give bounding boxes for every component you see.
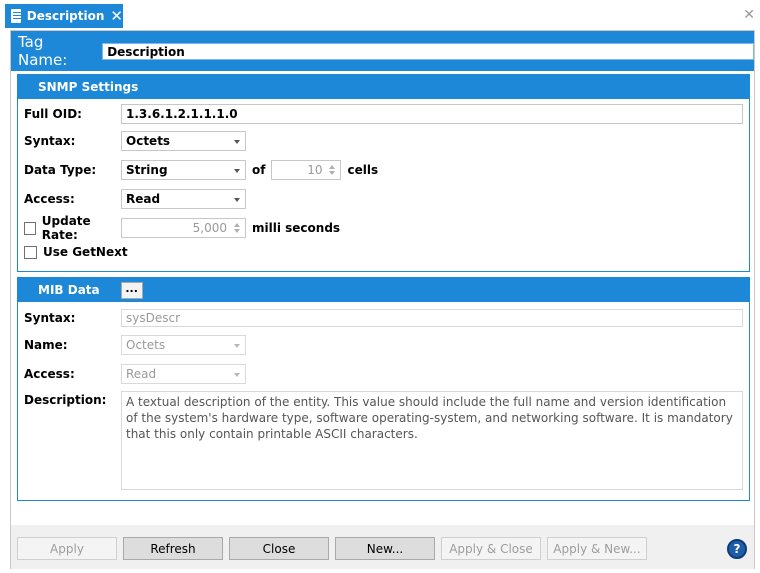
use-getnext-label: Use GetNext <box>43 245 128 259</box>
mib-access-label: Access: <box>24 367 75 381</box>
full-oid-label: Full OID: <box>24 107 82 121</box>
snmp-settings-header: SNMP Settings <box>18 75 749 99</box>
cells-spinner[interactable]: 10 <box>271 160 342 180</box>
tab-description[interactable]: Description ✕ <box>5 4 123 28</box>
mib-name-value: Octets <box>126 338 166 352</box>
mib-data-title: MIB Data <box>38 283 100 297</box>
data-type-label: Data Type: <box>24 163 97 177</box>
syntax-value: Octets <box>126 134 171 148</box>
refresh-button[interactable]: Refresh <box>123 537 223 560</box>
mib-description-text: A textual description of the entity. Thi… <box>121 391 743 490</box>
apply-close-button[interactable]: Apply & Close <box>441 537 541 560</box>
button-bar: Apply Refresh Close New... Apply & Close… <box>11 525 754 569</box>
help-icon[interactable]: ? <box>727 539 747 559</box>
use-getnext-row: Use GetNext <box>24 241 128 263</box>
mib-name-select: Octets <box>121 335 246 355</box>
update-rate-check-wrap: Update Rate: <box>24 214 121 242</box>
snmp-settings-group: SNMP Settings Full OID: 1.3.6.1.2.1.1.1.… <box>17 74 750 272</box>
update-rate-row: Update Rate: 5,000 milli seconds <box>24 214 346 242</box>
tag-name-input[interactable]: Description <box>102 42 754 60</box>
syntax-row: Syntax: Octets <box>24 130 246 152</box>
tag-name-bar: Tag Name: Description <box>11 31 754 71</box>
update-rate-unit: milli seconds <box>252 221 341 235</box>
access-value: Read <box>126 192 161 206</box>
syntax-label: Syntax: <box>24 134 76 148</box>
mib-description-row: Description: <box>24 389 121 411</box>
access-row: Access: Read <box>24 188 246 210</box>
spinner-down-icon[interactable] <box>329 171 336 175</box>
of-label: of <box>252 163 266 177</box>
mib-name-row: Name: Octets <box>24 334 246 356</box>
mib-description-label: Description: <box>24 393 107 407</box>
editor-frame: Tag Name: Description SNMP Settings Full… <box>10 30 755 569</box>
access-select[interactable]: Read <box>121 189 246 209</box>
data-type-select[interactable]: String <box>121 160 246 180</box>
apply-new-button[interactable]: Apply & New... <box>547 537 647 560</box>
tab-title: Description <box>26 9 105 23</box>
spinner-up-icon[interactable] <box>329 165 336 169</box>
update-rate-checkbox[interactable] <box>24 221 36 235</box>
cells-label: cells <box>347 163 379 177</box>
apply-button[interactable]: Apply <box>17 537 117 560</box>
close-button[interactable]: Close <box>229 537 329 560</box>
close-icon[interactable]: ✕ <box>110 8 123 24</box>
document-icon <box>11 9 21 23</box>
access-label: Access: <box>24 192 75 206</box>
data-type-row: Data Type: String of 10 cells <box>24 159 384 181</box>
mib-syntax-label: Syntax: <box>24 311 76 325</box>
new-button[interactable]: New... <box>335 537 435 560</box>
spinner-up-icon[interactable] <box>234 223 240 227</box>
use-getnext-checkbox[interactable] <box>24 245 37 259</box>
update-rate-label: Update Rate: <box>41 214 91 242</box>
cells-value: 10 <box>307 163 323 177</box>
content-area: SNMP Settings Full OID: 1.3.6.1.2.1.1.1.… <box>11 71 754 525</box>
mib-data-group: MIB Data ... Syntax: sysDescr Name: Octe… <box>17 277 750 501</box>
mib-name-label: Name: <box>24 338 68 352</box>
spinner-down-icon[interactable] <box>234 229 240 233</box>
mib-syntax-field: sysDescr <box>121 309 743 327</box>
tab-strip: Description ✕ ✕ <box>0 0 760 30</box>
data-type-value: String <box>126 163 168 177</box>
syntax-select[interactable]: Octets <box>121 131 246 151</box>
full-oid-input[interactable]: 1.3.6.1.2.1.1.1.0 <box>121 104 743 124</box>
mib-data-header: MIB Data ... <box>18 278 749 302</box>
mib-syntax-row: Syntax: sysDescr <box>24 307 743 329</box>
mib-access-select: Read <box>121 364 246 384</box>
update-rate-value: 5,000 <box>192 221 227 235</box>
mib-access-value: Read <box>126 367 157 381</box>
tag-name-label: Tag Name: <box>18 33 68 69</box>
full-oid-row: Full OID: 1.3.6.1.2.1.1.1.0 <box>24 103 743 125</box>
window-close-icon[interactable]: ✕ <box>743 7 755 23</box>
mib-access-row: Access: Read <box>24 363 246 385</box>
mib-browse-button[interactable]: ... <box>120 281 143 299</box>
update-rate-spinner[interactable]: 5,000 <box>121 218 246 238</box>
